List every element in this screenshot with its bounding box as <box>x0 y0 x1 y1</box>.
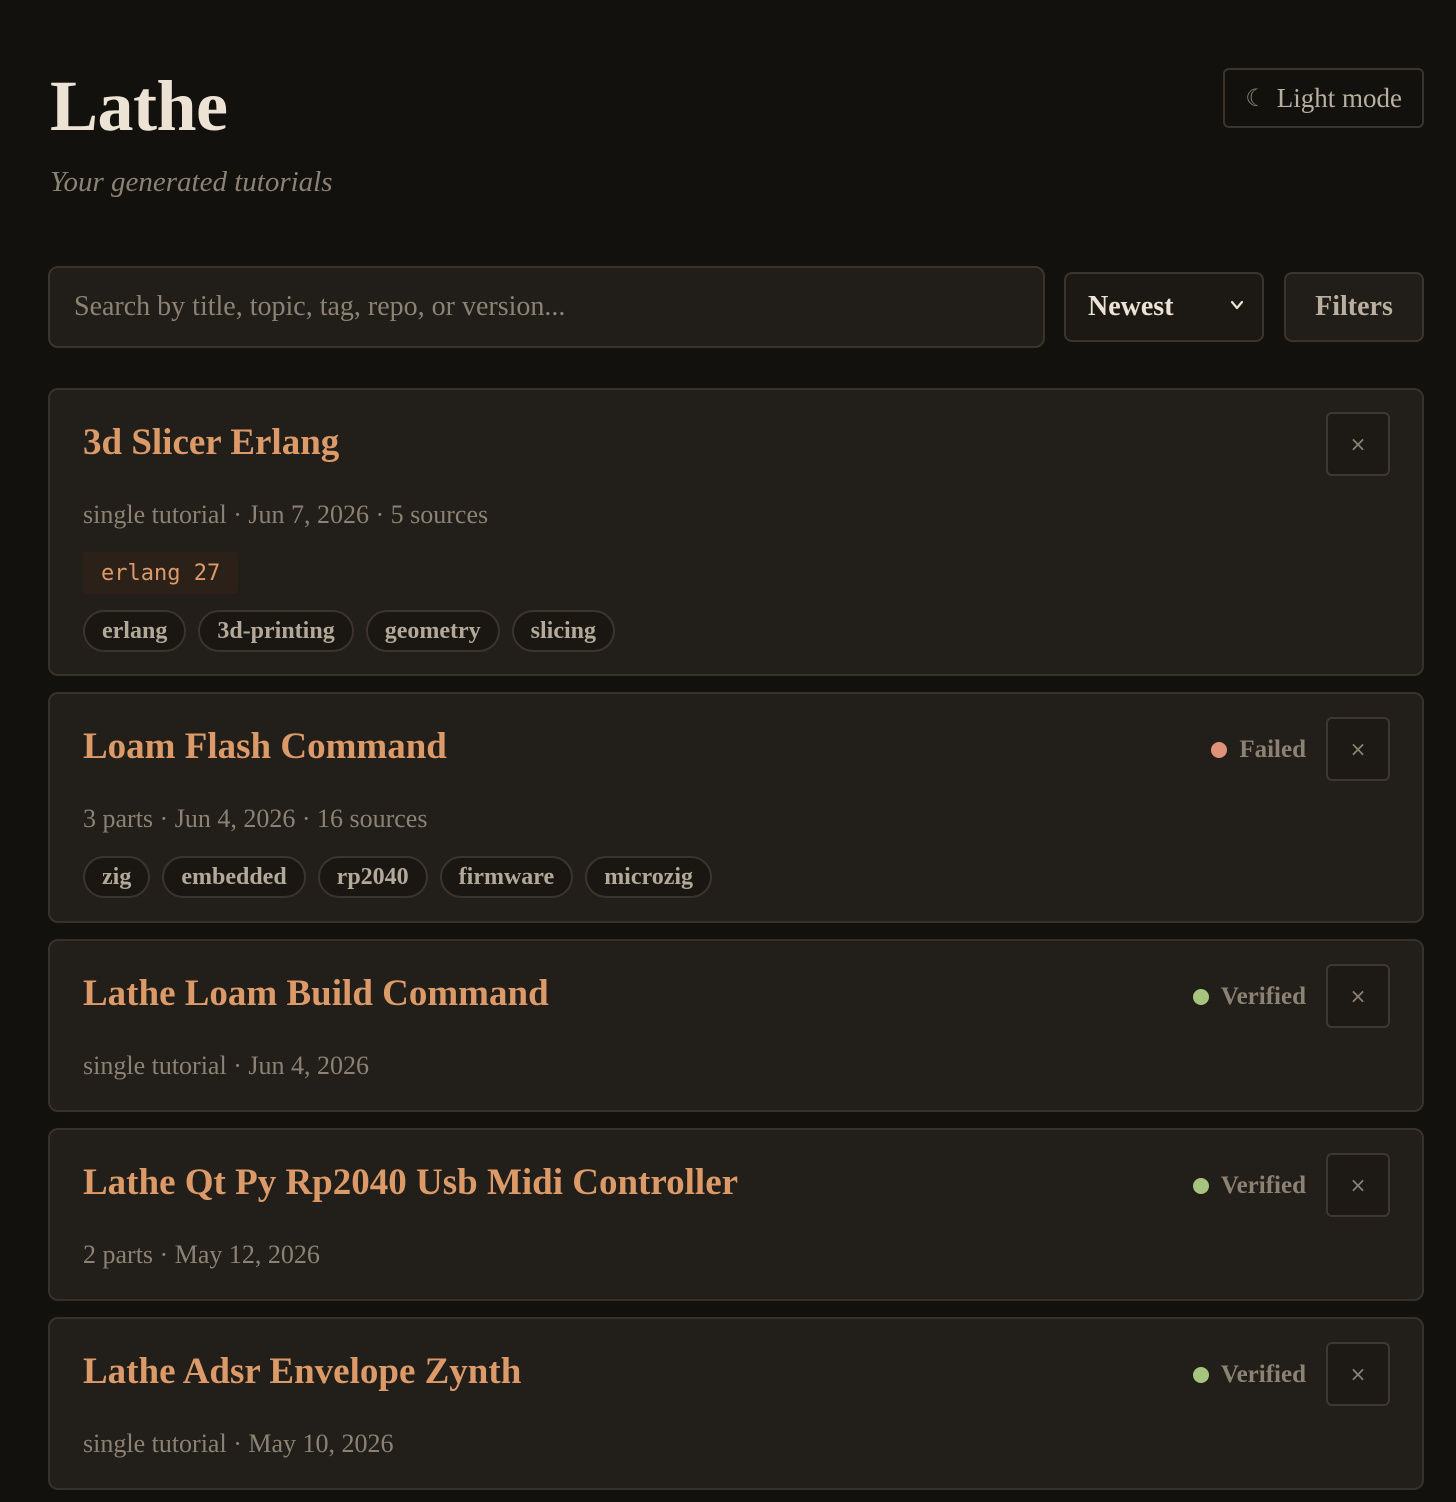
tag-chip[interactable]: slicing <box>511 610 615 652</box>
app-subtitle: Your generated tutorials <box>50 166 333 198</box>
close-icon: × <box>1349 737 1367 761</box>
tag-chip[interactable]: zig <box>83 856 151 898</box>
moon-icon: ☾ <box>1245 85 1267 112</box>
delete-button[interactable]: × <box>1326 964 1390 1028</box>
status-badge: Verified <box>1192 1172 1306 1200</box>
status-badge: Verified <box>1192 983 1306 1011</box>
status-label: Verified <box>1220 1361 1306 1388</box>
tutorial-meta: single tutorial · May 10, 2026 <box>83 1429 394 1458</box>
delete-button[interactable]: × <box>1326 1342 1390 1406</box>
status-failed-dot <box>1211 742 1228 758</box>
tutorial-card[interactable]: Loam Flash Command Failed × 3 parts · Ju… <box>48 692 1424 923</box>
tutorial-title[interactable]: Loam Flash Command <box>83 728 447 765</box>
search-input[interactable] <box>48 266 1045 348</box>
tag-chip[interactable]: erlang <box>83 610 187 652</box>
status-label: Verified <box>1220 1172 1306 1199</box>
tag-chip[interactable]: 3d-printing <box>198 610 354 652</box>
delete-button[interactable]: × <box>1326 717 1390 781</box>
delete-button[interactable]: × <box>1326 1153 1390 1217</box>
tutorial-title[interactable]: Lathe Adsr Envelope Zynth <box>83 1353 521 1390</box>
header: Lathe Your generated tutorials ☾ Light m… <box>48 0 1424 266</box>
status-label: Failed <box>1239 736 1306 763</box>
tutorial-meta: 2 parts · May 12, 2026 <box>83 1240 320 1269</box>
sort-selected-value: Newest <box>1088 291 1174 322</box>
close-icon: × <box>1349 984 1367 1008</box>
version-chip: erlang 27 <box>83 552 239 594</box>
theme-toggle-label: Light mode <box>1276 82 1402 113</box>
sort-select[interactable]: Newest <box>1064 272 1264 342</box>
tutorial-title[interactable]: Lathe Loam Build Command <box>83 975 549 1012</box>
tutorial-card[interactable]: Lathe Adsr Envelope Zynth Verified × sin… <box>48 1317 1424 1490</box>
app-title: Lathe <box>50 66 228 146</box>
close-icon: × <box>1349 432 1367 456</box>
tutorial-meta: single tutorial · Jun 7, 2026 · 5 source… <box>83 500 489 529</box>
status-verified-dot <box>1192 1367 1209 1383</box>
chevron-down-icon <box>1230 300 1244 310</box>
tutorial-meta: single tutorial · Jun 4, 2026 <box>83 1051 369 1080</box>
tag-chip[interactable]: rp2040 <box>317 856 428 898</box>
close-icon: × <box>1349 1173 1367 1197</box>
controls-bar: Newest Filters <box>48 266 1424 388</box>
tutorial-card[interactable]: Lathe Qt Py Rp2040 Usb Midi Controller V… <box>48 1128 1424 1301</box>
status-badge: Verified <box>1192 1361 1306 1389</box>
tutorial-meta: 3 parts · Jun 4, 2026 · 16 sources <box>83 804 428 833</box>
status-label: Verified <box>1220 983 1306 1010</box>
tag-chip[interactable]: embedded <box>162 856 306 898</box>
theme-toggle-button[interactable]: ☾ Light mode <box>1223 68 1424 128</box>
status-verified-dot <box>1192 989 1209 1005</box>
tutorial-card[interactable]: Lathe Loam Build Command Verified × sing… <box>48 939 1424 1112</box>
tag-chip[interactable]: firmware <box>439 856 574 898</box>
close-icon: × <box>1349 1362 1367 1386</box>
status-badge: Failed <box>1211 736 1306 764</box>
tutorial-title[interactable]: 3d Slicer Erlang <box>83 424 339 461</box>
tag-list: erlang 3d-printing geometry slicing <box>83 610 615 652</box>
tag-chip[interactable]: geometry <box>365 610 500 652</box>
status-verified-dot <box>1192 1178 1209 1194</box>
delete-button[interactable]: × <box>1326 412 1390 476</box>
filters-button[interactable]: Filters <box>1284 272 1424 342</box>
tutorial-card[interactable]: 3d Slicer Erlang × single tutorial · Jun… <box>48 388 1424 676</box>
tag-chip[interactable]: microzig <box>585 856 713 898</box>
tag-list: zig embedded rp2040 firmware microzig <box>83 856 713 898</box>
tutorial-title[interactable]: Lathe Qt Py Rp2040 Usb Midi Controller <box>83 1164 738 1201</box>
page: Lathe Your generated tutorials ☾ Light m… <box>48 0 1424 1490</box>
